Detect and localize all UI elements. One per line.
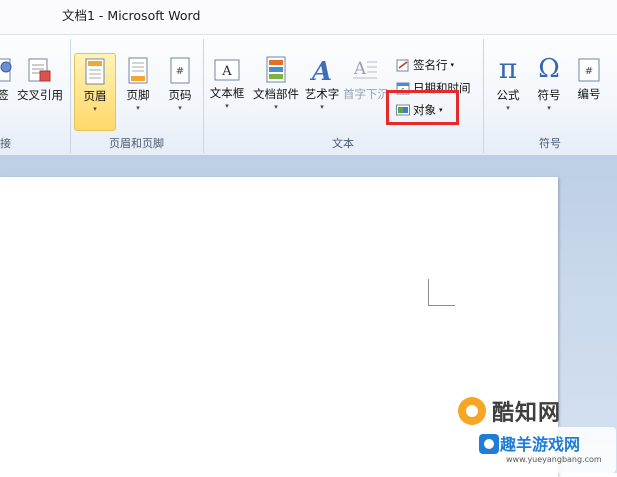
- text-boundary-mark: [428, 279, 455, 306]
- chevron-down-icon: ▾: [225, 102, 229, 110]
- group-header-footer: 页眉 ▾ 页脚 ▾ # 页码 ▾ 页眉和页脚: [70, 39, 204, 153]
- chevron-down-icon: ▾: [136, 104, 140, 112]
- wordart-icon: A: [309, 57, 332, 84]
- header-icon: [85, 58, 105, 85]
- symbol-label: 符号: [537, 88, 561, 102]
- group-label-links: 接: [0, 137, 11, 150]
- signature-line-label: 签名行: [413, 58, 448, 72]
- chevron-down-icon: ▾: [178, 104, 182, 112]
- group-label-text: 文本: [332, 137, 354, 150]
- wordart-button[interactable]: A 艺术字 ▾: [303, 53, 341, 129]
- equation-label: 公式: [496, 88, 520, 102]
- svg-text:#: #: [176, 66, 184, 77]
- footer-button[interactable]: 页脚 ▾: [118, 53, 158, 129]
- chevron-down-icon: ▾: [506, 104, 510, 112]
- title-bar: 文档1 - Microsoft Word: [0, 0, 617, 34]
- page-number-label: 页码: [168, 88, 192, 102]
- group-label-symbols: 符号: [539, 137, 561, 150]
- window-title: 文档1 - Microsoft Word: [62, 8, 201, 23]
- wordart-label: 艺术字: [304, 87, 340, 101]
- equation-button[interactable]: π 公式 ▾: [489, 53, 527, 129]
- watermark-brand-text: 酷知网: [492, 401, 562, 426]
- watermark-brand: 酷知网: [456, 395, 561, 427]
- svg-text:A: A: [353, 59, 367, 79]
- text-box-button[interactable]: A 文本框 ▾: [207, 53, 247, 129]
- document-area: 酷知网 趣羊游戏网 www.yueyangbang.com: [0, 155, 617, 477]
- document-page[interactable]: [0, 177, 558, 477]
- footer-icon: [128, 57, 148, 84]
- ribbon: 签 交叉引用 接 页眉 ▾ 页脚 ▾ # 页码 ▾ 页眉和页脚 A 文本框 ▾ …: [0, 34, 617, 156]
- cross-reference-icon: [28, 58, 51, 82]
- quick-parts-label: 文档部件: [253, 87, 299, 101]
- drop-cap-button[interactable]: A 首字下沉: [343, 53, 387, 129]
- svg-text:A: A: [309, 57, 332, 84]
- chevron-down-icon: ▾: [274, 103, 278, 111]
- watermark-site: 趣羊游戏网 www.yueyangbang.com: [476, 427, 616, 473]
- cross-reference-button[interactable]: 交叉引用: [14, 57, 66, 103]
- text-box-icon: A: [214, 59, 240, 81]
- text-box-label: 文本框: [209, 86, 245, 100]
- quick-parts-button[interactable]: 文档部件 ▾: [251, 53, 301, 129]
- signature-line-icon: [396, 59, 409, 72]
- bookmark-label: 签: [0, 88, 9, 102]
- header-label: 页眉: [83, 89, 107, 103]
- pi-icon: π: [498, 52, 518, 85]
- number-icon: #: [578, 58, 600, 82]
- site-logo-icon: [479, 434, 499, 454]
- chevron-down-icon: ▾: [320, 103, 324, 111]
- page-number-button[interactable]: # 页码 ▾: [160, 53, 200, 129]
- group-label-header-footer: 页眉和页脚: [109, 137, 164, 150]
- bookmark-button[interactable]: 签: [0, 57, 14, 103]
- signature-line-button[interactable]: 签名行 ▾: [396, 57, 454, 73]
- object-highlight-box: [386, 90, 459, 125]
- drop-cap-icon: A: [353, 59, 377, 79]
- svg-text:#: #: [585, 66, 593, 77]
- group-symbols: π 公式 ▾ Ω 符号 ▾ # 编号 符号: [483, 39, 617, 153]
- number-label: 编号: [577, 87, 601, 101]
- bookmark-icon: [0, 58, 12, 82]
- page-number-icon: #: [170, 57, 190, 84]
- chevron-down-icon: ▾: [93, 105, 97, 113]
- watermark-url: www.yueyangbang.com: [506, 455, 602, 464]
- watermark-site-text: 趣羊游戏网: [500, 435, 581, 454]
- number-button[interactable]: # 编号: [571, 53, 607, 129]
- cross-reference-label: 交叉引用: [17, 88, 63, 102]
- footer-label: 页脚: [126, 88, 150, 102]
- header-button[interactable]: 页眉 ▾: [74, 53, 116, 131]
- chevron-down-icon: ▾: [547, 104, 551, 112]
- symbol-button[interactable]: Ω 符号 ▾: [531, 53, 567, 129]
- group-links: 签 交叉引用 接: [0, 39, 71, 153]
- quick-parts-icon: [266, 56, 286, 83]
- brand-logo-icon: [458, 397, 486, 425]
- chevron-down-icon: ▾: [450, 61, 455, 69]
- svg-text:A: A: [221, 64, 232, 79]
- drop-cap-label: 首字下沉: [343, 87, 387, 101]
- omega-icon: Ω: [538, 54, 560, 84]
